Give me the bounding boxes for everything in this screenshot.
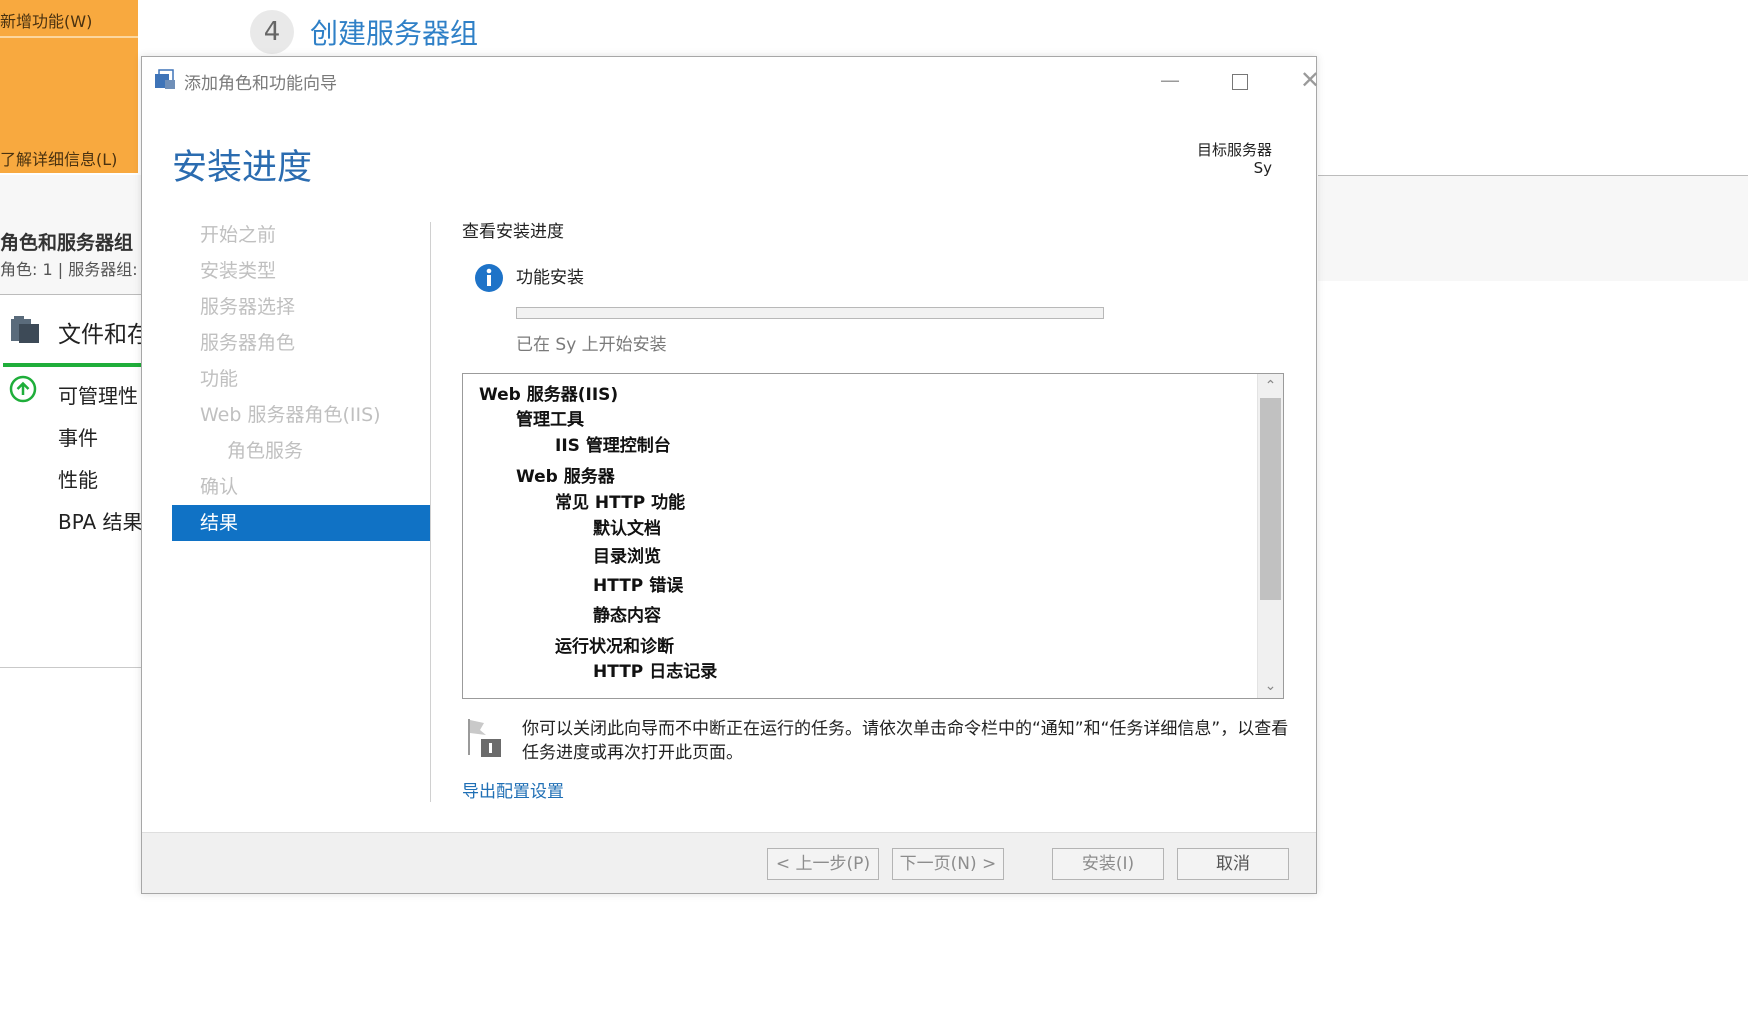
minimize-button[interactable]: —: [1142, 57, 1198, 103]
nav-item-confirmation: 确认: [200, 476, 239, 498]
wizard-footer: < 上一步(P) 下一页(N) > 安装(I) 取消: [142, 832, 1316, 893]
maximize-icon: [1232, 73, 1248, 90]
add-features-link[interactable]: 新增功能(W): [0, 8, 92, 32]
content-heading: 查看安装进度: [462, 222, 564, 242]
tree-item: 管理工具: [516, 410, 584, 430]
tile-item-bpa[interactable]: BPA 结果: [58, 506, 143, 535]
wizard-icon: [155, 69, 175, 89]
nav-item-server-selection: 服务器选择: [200, 296, 296, 318]
status-bar: [3, 363, 145, 367]
nav-item-role-services: 角色服务: [227, 440, 304, 462]
nav-item-web-server-role: Web 服务器角色(IIS): [200, 404, 381, 426]
tree-item: HTTP 错误: [593, 576, 684, 596]
scroll-thumb[interactable]: [1260, 398, 1281, 600]
tree-item: 默认文档: [593, 519, 661, 539]
tree-item: IIS 管理控制台: [555, 436, 671, 456]
roles-panel-right: [1318, 175, 1748, 281]
next-button[interactable]: 下一页(N) >: [892, 848, 1004, 880]
previous-button[interactable]: < 上一步(P): [767, 848, 879, 880]
tile-item-manageability[interactable]: 可管理性: [58, 380, 138, 409]
target-server-value: Sy: [1253, 159, 1272, 177]
add-roles-wizard-window: 添加角色和功能向导 — ✕ 安装进度 目标服务器 Sy 开始之前 安装类型 服务…: [141, 56, 1320, 894]
chevron-up-icon[interactable]: ⌃: [1258, 374, 1283, 398]
info-icon: [475, 264, 503, 292]
tree-item: 常见 HTTP 功能: [555, 493, 686, 513]
maximize-button[interactable]: [1212, 57, 1268, 103]
close-button[interactable]: ✕: [1282, 57, 1338, 103]
flag-icon: [468, 719, 501, 757]
tree-scrollbar[interactable]: ⌃ ⌄: [1257, 374, 1283, 698]
background-task-note: 你可以关闭此向导而不中断正在运行的任务。请依次单击命令栏中的“通知”和“任务详细…: [522, 719, 1289, 763]
tile-item-performance[interactable]: 性能: [58, 464, 98, 493]
install-progress-bar: [516, 307, 1104, 319]
nav-item-installation-type: 安装类型: [200, 260, 277, 282]
chevron-down-icon[interactable]: ⌄: [1258, 674, 1283, 698]
status-up-icon: [9, 375, 37, 403]
create-server-group-link[interactable]: 创建服务器组: [310, 12, 478, 52]
learn-more-link[interactable]: 了解详细信息(L): [0, 146, 117, 170]
tile-divider: [0, 36, 138, 38]
file-storage-icon: [11, 316, 39, 343]
roles-group-title: 角色和服务器组: [0, 232, 134, 254]
roles-group-subtitle: 角色: 1 | 服务器组: 1: [0, 260, 153, 279]
target-server-label: 目标服务器: [1196, 141, 1272, 159]
export-config-link[interactable]: 导出配置设置: [462, 777, 564, 802]
tile-item-events[interactable]: 事件: [58, 422, 98, 451]
cancel-button[interactable]: 取消: [1177, 848, 1289, 880]
progress-status-text: 已在 Sy 上开始安装: [516, 335, 667, 355]
page-title: 安装进度: [172, 148, 313, 188]
tree-item: Web 服务器(IIS): [479, 385, 619, 405]
window-title: 添加角色和功能向导: [184, 74, 337, 94]
feature-install-label: 功能安装: [516, 268, 584, 288]
title-bar[interactable]: 添加角色和功能向导 — ✕: [142, 57, 1320, 103]
whats-new-tile: 新增功能(W) 了解详细信息(L): [0, 0, 138, 173]
nav-divider: [430, 222, 431, 802]
tree-item: HTTP 日志记录: [593, 662, 718, 682]
install-button[interactable]: 安装(I): [1052, 848, 1164, 880]
step-number-badge: 4: [250, 10, 294, 54]
tree-item: Web 服务器: [516, 467, 615, 487]
nav-item-features: 功能: [200, 368, 239, 390]
tree-item: 运行状况和诊断: [555, 637, 674, 657]
feature-tree-list[interactable]: Web 服务器(IIS) 管理工具 IIS 管理控制台 Web 服务器 常见 H…: [462, 373, 1284, 699]
nav-item-before-you-begin: 开始之前: [200, 224, 277, 246]
nav-item-server-roles: 服务器角色: [200, 332, 296, 354]
tree-item: 静态内容: [593, 606, 661, 626]
nav-item-results[interactable]: 结果: [172, 505, 430, 541]
tree-item: 目录浏览: [593, 547, 661, 567]
